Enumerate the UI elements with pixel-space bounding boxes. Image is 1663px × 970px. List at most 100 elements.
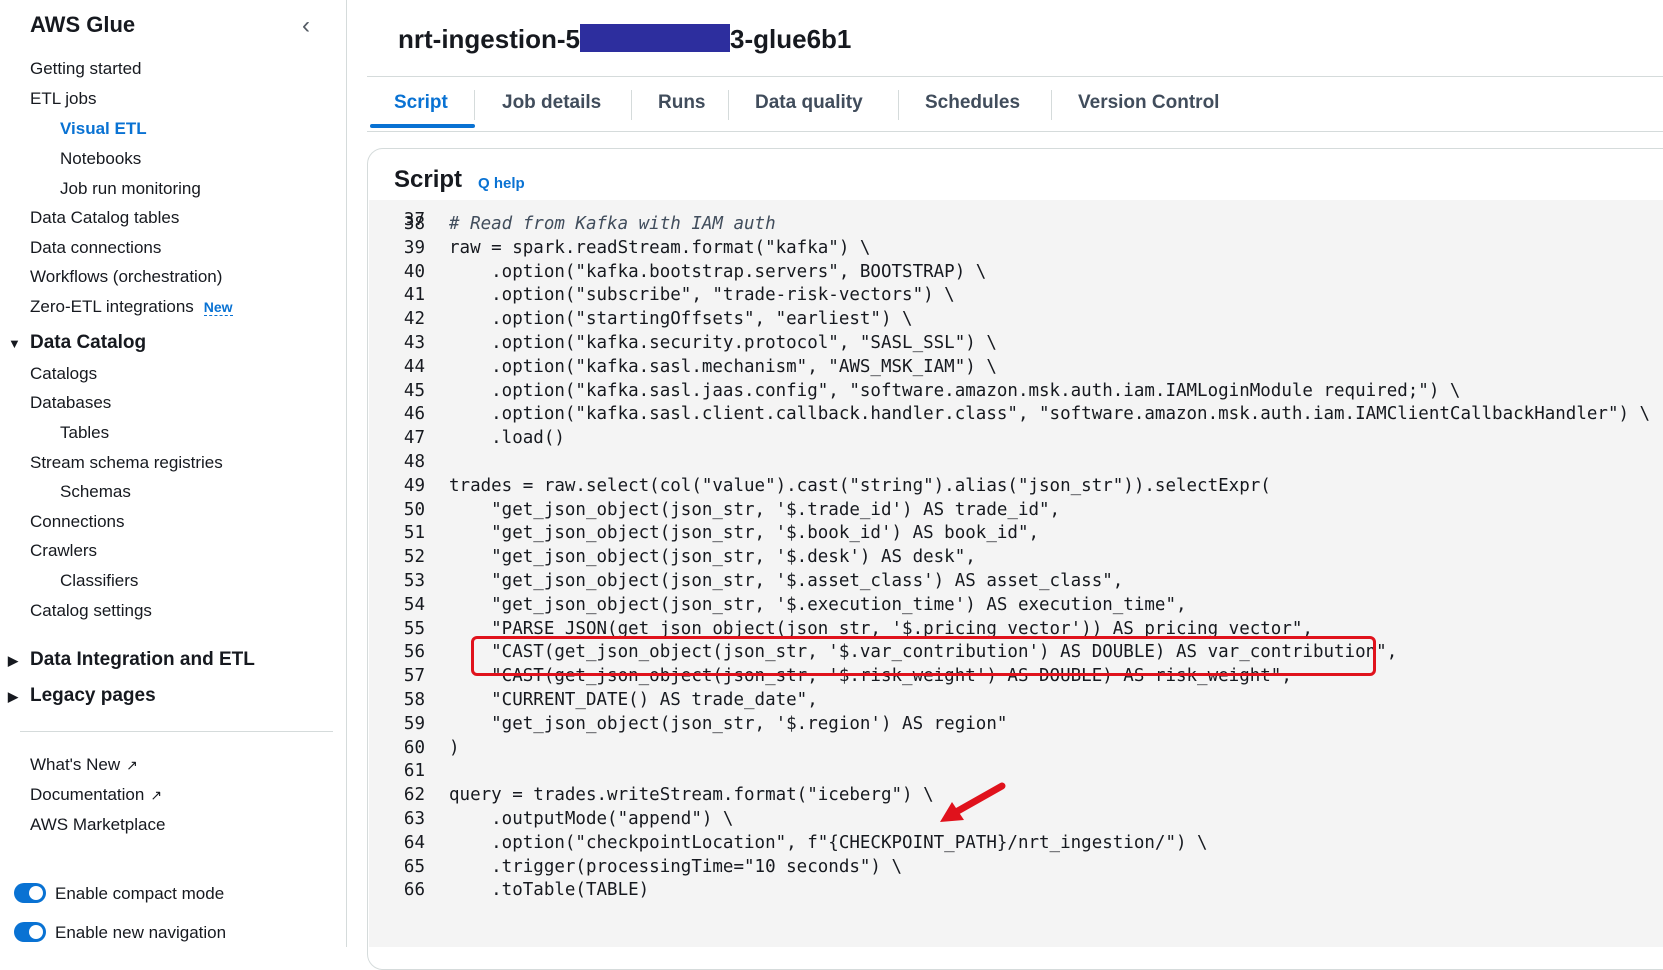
code-text: "get_json_object(json_str, '$.region') A… [449,713,1008,734]
line-number: 43 [403,333,425,353]
code-text: .toTable(TABLE) [449,880,650,901]
line-number: 42 [403,309,425,330]
active-tab-indicator [370,124,475,128]
line-number: 58 [403,690,425,710]
code-text: .option("kafka.sasl.client.callback.hand… [449,404,1651,425]
tab-version-control[interactable]: Version Control [1078,92,1219,114]
line-number: 39 [403,237,425,258]
code-text: "CURRENT_DATE() AS trade_date", [449,690,818,710]
code-text: # Read from Kafka with IAM auth [449,214,776,234]
external-link-icon: ↗ [126,757,138,773]
sidebar-item-visual-etl[interactable]: Visual ETL [60,119,147,139]
code-text: .option("kafka.bootstrap.servers", BOOTS… [449,261,987,282]
line-number: 56 [403,642,425,663]
code-text: "get_json_object(json_str, '$.execution_… [449,594,1187,615]
sidebar-item-schemas[interactable]: Schemas [60,482,131,502]
sidebar-link-whats-new[interactable]: What's New ↗ [30,755,138,775]
q-help-link[interactable]: Q help [478,175,525,192]
line-number: 44 [403,356,425,377]
tab-separator [474,90,475,120]
sidebar-item-classifiers[interactable]: Classifiers [60,571,138,591]
line-number: 38 [403,214,425,234]
sidebar-item-catalog-settings[interactable]: Catalog settings [30,601,152,621]
line-number: 62 [403,785,425,806]
sidebar-item-etl-jobs[interactable]: ETL jobs [30,89,96,109]
tab-separator [631,90,632,120]
sidebar-item-databases[interactable]: Databases [30,393,111,413]
code-text: .trigger(processingTime="10 seconds") \ [449,856,903,877]
code-text: .outputMode("append") \ [449,809,734,829]
sidebar-link-label: Documentation [30,785,145,804]
tab-job-details[interactable]: Job details [502,92,601,114]
tab-script[interactable]: Script [394,92,448,114]
code-text: .option("subscribe", "trade-risk-vectors… [449,285,955,306]
code-text: "get_json_object(json_str, '$.trade_id')… [449,499,1061,520]
line-number: 48 [403,452,425,472]
line-number: 64 [403,832,425,853]
sidebar-section-data-catalog[interactable]: ▼ Data Catalog [8,332,146,354]
sidebar-item-crawlers[interactable]: Crawlers [30,541,97,561]
sidebar-item-catalogs[interactable]: Catalogs [30,364,97,384]
code-editor[interactable]: 37 38 # Read from Kafka with IAM auth 39 ra… [369,200,1663,947]
code-text: .option("kafka.sasl.mechanism", "AWS_MSK… [449,356,997,377]
sidebar-link-label: What's New [30,755,121,774]
sidebar-item-data-connections[interactable]: Data connections [30,238,161,258]
line-number: 60 [403,737,425,758]
tabs-divider [367,131,1663,132]
line-number: 57 [403,666,425,687]
sidebar-link-aws-marketplace[interactable]: AWS Marketplace [30,815,165,835]
sidebar-section-legacy-pages[interactable]: ▶ Legacy pages [8,685,156,707]
sidebar-item-connections[interactable]: Connections [30,512,125,532]
sidebar-item-label: Zero-ETL integrations [30,297,194,316]
sidebar-section-data-integration[interactable]: ▶ Data Integration and ETL [8,649,255,671]
line-number: 41 [403,285,425,306]
sidebar-section-label: Data Integration and ETL [30,649,255,670]
tab-bar: Script Job details Runs Data quality Sch… [367,84,1663,132]
title-suffix: 3-glue6b1 [730,24,852,54]
sidebar-item-tables[interactable]: Tables [60,423,109,443]
line-number: 50 [403,499,425,520]
code-text: trades = raw.select(col("value").cast("s… [449,475,1271,496]
code-text: ) [449,737,460,758]
compact-mode-toggle[interactable] [14,883,46,903]
line-number: 63 [403,809,425,829]
sidebar-section-label: Data Catalog [30,332,147,353]
line-number: 54 [403,594,425,615]
sidebar-item-getting-started[interactable]: Getting started [30,59,142,79]
chevron-left-icon[interactable]: ‹ [302,12,310,40]
sidebar-item-zero-etl[interactable]: Zero-ETL integrations New [30,297,233,317]
code-text: query = trades.writeStream.format("icebe… [449,785,934,806]
line-number: 65 [403,856,425,877]
new-navigation-toggle[interactable] [14,922,46,942]
caret-down-icon: ▼ [8,336,21,351]
caret-right-icon: ▶ [8,689,18,704]
line-number: 52 [403,547,425,568]
line-number: 47 [403,428,425,449]
code-text: .option("checkpointLocation", f"{CHECKPO… [449,832,1208,853]
tab-separator [1051,90,1052,120]
sidebar-item-data-catalog-tables[interactable]: Data Catalog tables [30,208,179,228]
sidebar-item-notebooks[interactable]: Notebooks [60,149,141,169]
redaction-block [580,24,730,53]
toggle-knob [29,886,43,900]
side-navigation: AWS Glue ‹ Getting started ETL jobs Visu… [0,0,347,947]
line-number: 61 [403,761,425,782]
caret-right-icon: ▶ [8,653,18,668]
tab-separator [728,90,729,120]
sidebar-divider [20,731,333,732]
code-text: .load() [449,428,565,449]
sidebar-link-documentation[interactable]: Documentation ↗ [30,785,162,805]
tab-data-quality[interactable]: Data quality [755,92,863,114]
tab-runs[interactable]: Runs [658,92,706,114]
code-text: .option("kafka.security.protocol", "SASL… [449,333,997,353]
sidebar-item-workflows[interactable]: Workflows (orchestration) [30,267,222,287]
title-prefix: nrt-ingestion-5 [398,24,580,54]
page-title: nrt-ingestion-5 3-glue6b1 [398,24,851,55]
sidebar-item-job-run-monitoring[interactable]: Job run monitoring [60,179,201,199]
line-number: 53 [403,571,425,591]
sidebar-item-stream-schema-registries[interactable]: Stream schema registries [30,453,223,473]
line-number: 66 [403,880,425,901]
sidebar-section-label: Legacy pages [30,685,156,706]
code-text: "get_json_object(json_str, '$.asset_clas… [449,571,1124,591]
tab-schedules[interactable]: Schedules [925,92,1020,114]
